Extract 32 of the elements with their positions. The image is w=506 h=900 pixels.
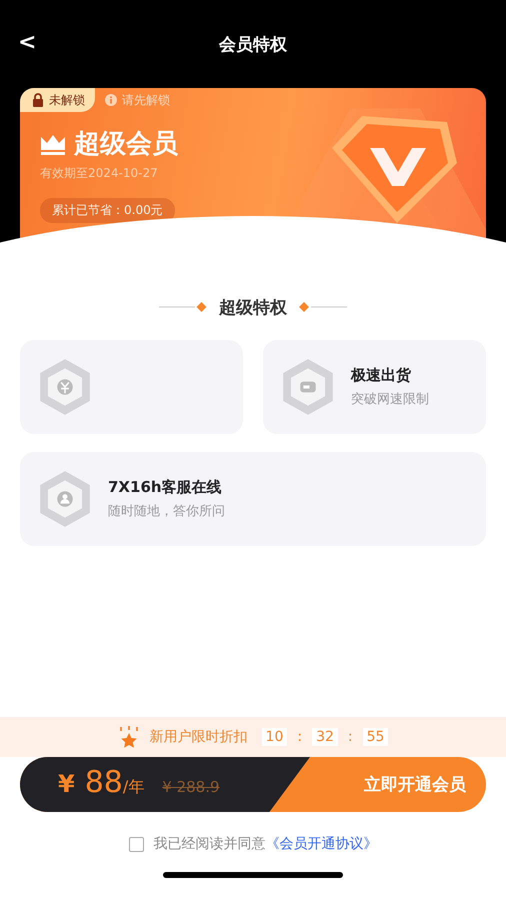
crown-icon [40,132,66,154]
privilege-title: 7X16h客服在线 [108,478,223,497]
validity-date: 有效期至2024-10-27 [40,165,158,182]
unlock-hint: 请先解锁 [122,92,170,108]
price-unit: /年 [122,777,144,798]
section-title: 超级特权 [219,296,287,318]
price: 88 [84,765,123,800]
savings-badge: 累计已节省：0.00元 [40,198,175,223]
countdown-separator: : [348,729,353,745]
back-button[interactable]: < [12,28,42,57]
currency-symbol: ¥ [58,770,75,798]
membership-title: 超级会员 [74,128,178,161]
countdown-digits: 55 [362,728,388,746]
agreement-link[interactable]: 《会员开通协议》 [266,835,378,853]
privilege-description: 随时随地，答你所问 [108,503,225,520]
lock-label: 未解锁 [49,92,85,108]
lock-icon [32,93,44,107]
original-price: ¥ 288.9 [162,778,220,796]
page-title: 会员特权 [219,34,287,56]
divider-ornament-icon [297,302,347,312]
countdown-digits: 10 [262,728,288,746]
divider-ornament-icon [159,302,209,312]
info-icon [105,94,117,106]
subscribe-button[interactable]: 立即开通会员 [310,757,486,812]
privilege-title: 极速出货 [351,366,412,385]
star-crown-icon [118,726,140,748]
privilege-description: 突破网速限制 [351,391,429,408]
promo-label: 新用户限时折扣 [150,728,248,746]
agreement-checkbox[interactable] [128,836,144,852]
countdown-digits: 32 [312,728,338,746]
agreement-text: 我已经阅读并同意 [154,835,266,853]
countdown-separator: : [297,729,302,745]
